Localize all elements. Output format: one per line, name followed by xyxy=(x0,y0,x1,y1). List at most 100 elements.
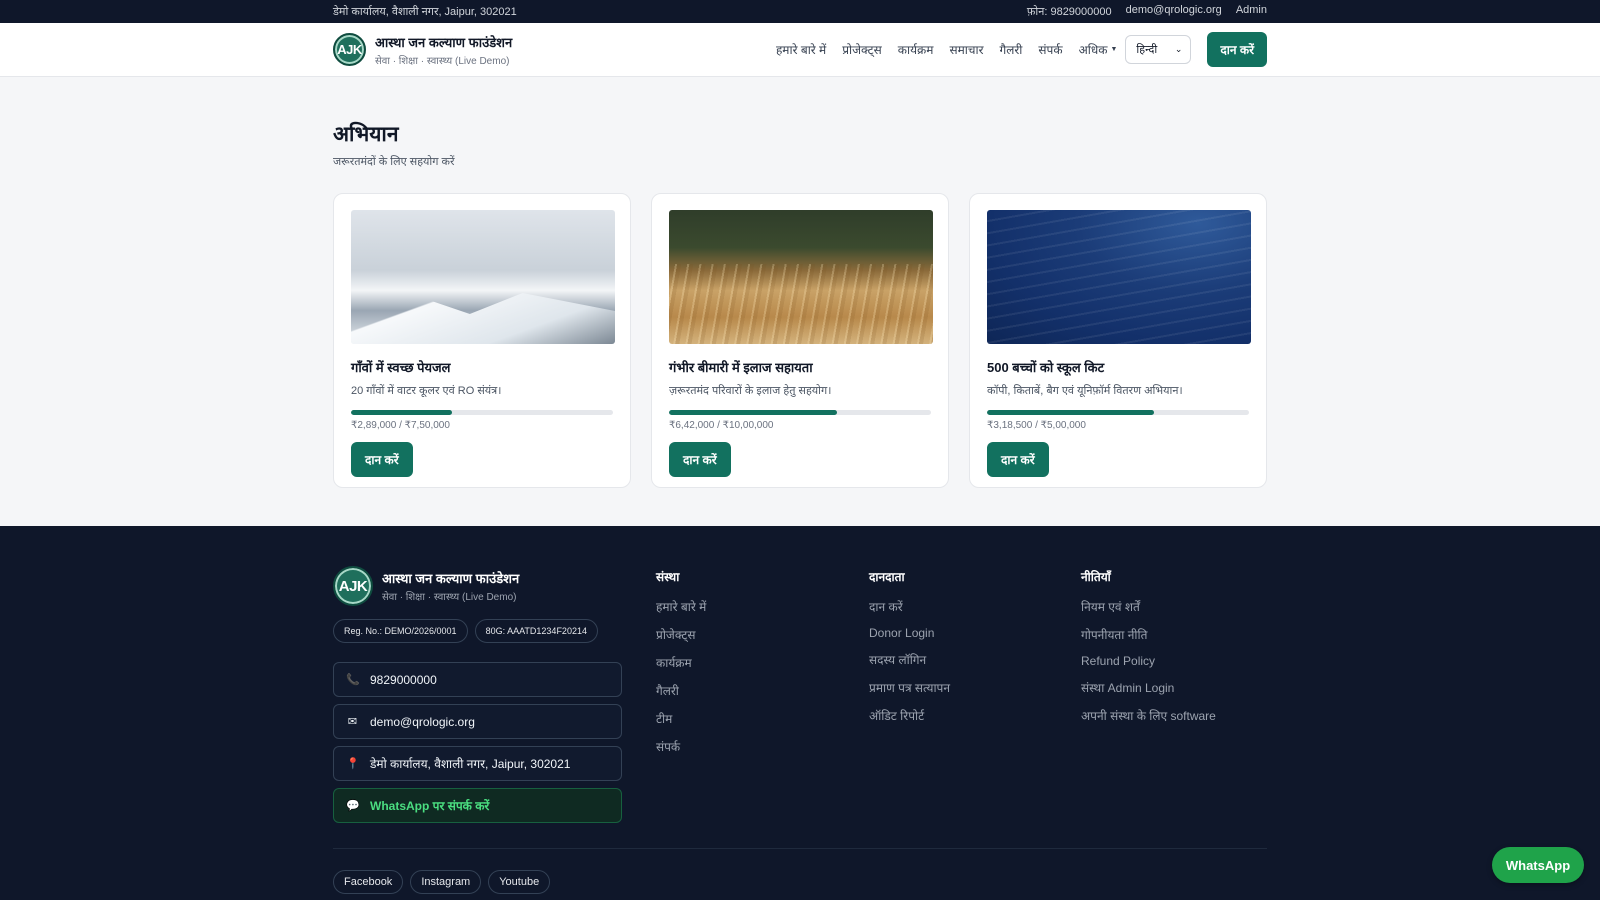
campaign-progress xyxy=(987,410,1249,415)
nav-gallery[interactable]: गैलरी xyxy=(1000,41,1023,58)
nav-contact[interactable]: संपर्क xyxy=(1038,41,1062,58)
language-value: हिन्दी xyxy=(1136,44,1158,56)
nav-more-label: अधिक xyxy=(1078,43,1108,57)
footer-brand-title: आस्था जन कल्याण फाउंडेशन xyxy=(382,571,520,586)
whatsapp-float-button[interactable]: WhatsApp xyxy=(1492,847,1584,883)
site-header: AJK आस्था जन कल्याण फाउंडेशन सेवा · शिक्… xyxy=(0,23,1600,77)
campaign-progress xyxy=(351,410,613,415)
campaign-image xyxy=(987,210,1251,344)
facebook-link[interactable]: Facebook xyxy=(333,870,404,894)
footer-link[interactable]: प्रोजेक्ट्स xyxy=(656,626,706,643)
campaigns-section: अभियान जरूरतमंदों के लिए सहयोग करें गाँव… xyxy=(0,77,1600,488)
mail-icon: ✉ xyxy=(347,716,358,728)
section-subtitle: जरूरतमंदों के लिए सहयोग करें xyxy=(333,156,455,168)
progress-fill xyxy=(669,410,838,415)
brand-subtitle: सेवा · शिक्षा · स्वास्थ्य (Live Demo) xyxy=(375,55,510,67)
footer-link[interactable]: गोपनीयता नीति xyxy=(1081,626,1216,643)
footer-link[interactable]: Donor Login xyxy=(869,626,950,640)
footer-link[interactable]: अपनी संस्था के लिए software xyxy=(1081,707,1216,724)
chat-icon: 💬 xyxy=(346,800,360,812)
top-address: डेमो कार्यालय, वैशाली नगर, Jaipur, 30202… xyxy=(333,6,517,18)
footer-whatsapp-button[interactable]: 💬 WhatsApp पर संपर्क करें xyxy=(333,788,622,823)
campaign-donate-button[interactable]: दान करें xyxy=(351,442,413,477)
footer-address-text: डेमो कार्यालय, वैशाली नगर, Jaipur, 30202… xyxy=(370,757,571,771)
footer-link[interactable]: संपर्क xyxy=(656,738,706,755)
progress-fill xyxy=(987,410,1154,415)
campaign-image xyxy=(669,210,933,344)
footer-brand-subtitle: सेवा · शिक्षा · स्वास्थ्य (Live Demo) xyxy=(382,592,517,603)
footer-col-policies: नीतियाँ नियम एवं शर्तें गोपनीयता नीति Re… xyxy=(1081,568,1216,735)
footer-whatsapp-text: WhatsApp पर संपर्क करें xyxy=(370,799,490,813)
campaign-cards: गाँवों में स्वच्छ पेयजल 20 गाँवों में वा… xyxy=(333,193,1267,488)
chevron-down-icon: ⌄ xyxy=(1174,44,1183,54)
progress-fill xyxy=(351,410,452,415)
brand-title: आस्था जन कल्याण फाउंडेशन xyxy=(375,34,513,50)
footer-link[interactable]: टीम xyxy=(656,710,706,727)
campaign-raised: ₹2,89,000 / ₹7,50,000 xyxy=(351,420,450,431)
phone-icon: 📞 xyxy=(346,674,360,686)
footer-link[interactable]: ऑडिट रिपोर्ट xyxy=(869,707,950,724)
header-donate-button[interactable]: दान करें xyxy=(1207,32,1267,67)
campaign-title: 500 बच्चों को स्कूल किट xyxy=(987,360,1105,375)
nav-news[interactable]: समाचार xyxy=(949,41,983,58)
location-pin-icon: 📍 xyxy=(346,758,360,770)
social-links: Facebook Instagram Youtube xyxy=(333,870,551,894)
nav-about[interactable]: हमारे बारे में xyxy=(776,41,826,58)
nav-programs[interactable]: कार्यक्रम xyxy=(898,41,934,58)
campaign-raised: ₹6,42,000 / ₹10,00,000 xyxy=(669,420,774,431)
footer-divider xyxy=(333,848,1267,849)
section-title: अभियान xyxy=(333,123,399,146)
footer-brand: AJK आस्था जन कल्याण फाउंडेशन सेवा · शिक्… xyxy=(333,566,519,606)
instagram-link[interactable]: Instagram xyxy=(410,870,482,894)
footer-link[interactable]: प्रमाण पत्र सत्यापन xyxy=(869,679,950,696)
site-footer: AJK आस्था जन कल्याण फाउंडेशन सेवा · शिक्… xyxy=(0,526,1600,900)
footer-email[interactable]: ✉ demo@qrologic.org xyxy=(333,704,622,739)
campaign-card: 500 बच्चों को स्कूल किट कॉपी, किताबें, ब… xyxy=(969,193,1267,488)
footer-link[interactable]: Refund Policy xyxy=(1081,654,1216,668)
main-nav: हमारे बारे में प्रोजेक्ट्स कार्यक्रम समा… xyxy=(776,32,1267,67)
footer-col-organization: संस्था हमारे बारे में प्रोजेक्ट्स कार्यक… xyxy=(656,568,706,766)
campaign-card: गाँवों में स्वच्छ पेयजल 20 गाँवों में वा… xyxy=(333,193,631,488)
80g-chip: 80G: AAATD1234F20214 xyxy=(474,619,598,643)
reg-chip: Reg. No.: DEMO/2026/0001 xyxy=(333,619,468,643)
footer-link[interactable]: नियम एवं शर्तें xyxy=(1081,598,1216,615)
footer-link[interactable]: कार्यक्रम xyxy=(656,654,706,671)
campaign-donate-button[interactable]: दान करें xyxy=(669,442,731,477)
footer-logo: AJK xyxy=(333,566,373,606)
footer-link[interactable]: हमारे बारे में xyxy=(656,598,706,615)
footer-link[interactable]: संस्था Admin Login xyxy=(1081,679,1216,696)
top-bar: डेमो कार्यालय, वैशाली नगर, Jaipur, 30202… xyxy=(0,0,1600,23)
campaign-title: गंभीर बीमारी में इलाज सहायता xyxy=(669,360,813,375)
top-phone[interactable]: फ़ोन: 9829000000 xyxy=(1027,4,1112,19)
top-email[interactable]: demo@qrologic.org xyxy=(1126,4,1222,19)
footer-col-donors: दानदाता दान करें Donor Login सदस्य लॉगिन… xyxy=(869,568,950,735)
campaign-donate-button[interactable]: दान करें xyxy=(987,442,1049,477)
campaign-description: 20 गाँवों में वाटर कूलर एवं RO संयंत्र। xyxy=(351,385,502,397)
campaign-title: गाँवों में स्वच्छ पेयजल xyxy=(351,360,451,375)
registration-chips: Reg. No.: DEMO/2026/0001 80G: AAATD1234F… xyxy=(333,619,598,643)
footer-col-title: नीतियाँ xyxy=(1081,570,1111,584)
campaign-image xyxy=(351,210,615,344)
youtube-link[interactable]: Youtube xyxy=(488,870,551,894)
footer-link[interactable]: दान करें xyxy=(869,598,950,615)
logo: AJK xyxy=(333,33,366,66)
language-select[interactable]: हिन्दी ⌄ xyxy=(1125,35,1192,64)
footer-address: 📍 डेमो कार्यालय, वैशाली नगर, Jaipur, 3020… xyxy=(333,746,622,781)
campaign-card: गंभीर बीमारी में इलाज सहायता ज़रूरतमंद प… xyxy=(651,193,949,488)
campaign-raised: ₹3,18,500 / ₹5,00,000 xyxy=(987,420,1086,431)
caret-down-icon: ▼ xyxy=(1110,46,1118,53)
nav-projects[interactable]: प्रोजेक्ट्स xyxy=(842,41,882,58)
campaign-description: कॉपी, किताबें, बैग एवं यूनिफ़ॉर्म वितरण … xyxy=(987,385,1183,397)
footer-link[interactable]: सदस्य लॉगिन xyxy=(869,651,950,668)
footer-email-text: demo@qrologic.org xyxy=(370,714,475,729)
nav-more[interactable]: अधिक ▼ xyxy=(1079,41,1118,58)
footer-phone[interactable]: 📞 9829000000 xyxy=(333,662,622,697)
footer-link[interactable]: गैलरी xyxy=(656,682,706,699)
admin-link[interactable]: Admin xyxy=(1236,4,1267,19)
campaign-progress xyxy=(669,410,931,415)
footer-col-title: दानदाता xyxy=(869,570,905,584)
footer-phone-text: 9829000000 xyxy=(370,672,437,687)
brand[interactable]: AJK आस्था जन कल्याण फाउंडेशन सेवा · शिक्… xyxy=(333,33,512,67)
footer-col-title: संस्था xyxy=(656,570,680,584)
campaign-description: ज़रूरतमंद परिवारों के इलाज हेतु सहयोग। xyxy=(669,385,832,397)
